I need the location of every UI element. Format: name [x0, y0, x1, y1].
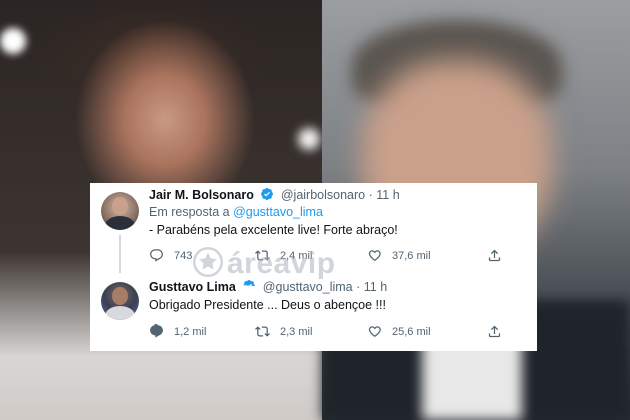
avatar-head — [112, 197, 128, 215]
tweet-header: Jair M. Bolsonaro @jairbolsonaro · 11 h — [149, 187, 400, 203]
reply-mention-link[interactable]: @gusttavo_lima — [233, 205, 323, 219]
share-button[interactable] — [487, 248, 502, 263]
like-count: 25,6 mil — [392, 325, 431, 338]
avatar[interactable] — [101, 282, 139, 320]
author-handle[interactable]: @jairbolsonaro — [281, 188, 365, 202]
stage-light — [0, 28, 26, 54]
avatar-body — [105, 306, 135, 320]
star-logo-icon — [193, 247, 223, 277]
tweet-text: Obrigado Presidente ... Deus o abençoe !… — [149, 298, 386, 312]
retweet-icon — [255, 326, 270, 337]
avatar-head — [112, 287, 128, 305]
share-icon — [488, 325, 501, 338]
verified-badge-icon — [261, 188, 274, 200]
reply-count: 1,2 mil — [174, 325, 207, 338]
author-name[interactable]: Gusttavo Lima — [149, 280, 236, 294]
reply-button[interactable]: 743 — [149, 248, 192, 263]
reply-icon — [150, 249, 163, 262]
like-button[interactable]: 37,6 mil — [367, 248, 431, 263]
reply-button[interactable]: 1,2 mil — [149, 324, 206, 339]
like-icon — [368, 250, 381, 261]
tweet-text: - Parabéns pela excelente live! Forte ab… — [149, 223, 398, 237]
watermark: áreavip — [193, 247, 336, 281]
separator-dot: · — [356, 280, 361, 294]
separator-dot: · — [368, 188, 373, 202]
verified-badge-icon — [243, 280, 256, 289]
thread-connector-line — [119, 235, 121, 273]
stage-light — [298, 128, 320, 150]
reply-icon — [150, 324, 163, 338]
tweet[interactable]: Gusttavo Lima @gusttavo_lima · 11 h Obri… — [90, 272, 537, 351]
share-button[interactable] — [487, 324, 502, 339]
tweet-header: Gusttavo Lima @gusttavo_lima · 11 h — [149, 279, 387, 295]
like-count: 37,6 mil — [392, 249, 431, 262]
retweet-count: 2,3 mil — [280, 325, 313, 338]
reply-context: Em resposta a @gusttavo_lima — [149, 205, 323, 219]
share-icon — [488, 249, 501, 262]
retweet-button[interactable]: 2,3 mil — [255, 324, 312, 339]
like-icon — [368, 326, 381, 337]
author-name[interactable]: Jair M. Bolsonaro — [149, 188, 254, 202]
reply-count: 743 — [174, 249, 193, 262]
author-handle[interactable]: @gusttavo_lima — [263, 280, 353, 294]
avatar[interactable] — [101, 192, 139, 230]
timestamp[interactable]: 11 h — [364, 280, 387, 294]
reply-prefix: Em resposta a — [149, 205, 230, 219]
avatar-body — [105, 216, 135, 230]
tweet-actions: 1,2 mil 2,3 mil 25,6 mil — [149, 324, 537, 342]
timestamp[interactable]: 11 h — [376, 188, 399, 202]
like-button[interactable]: 25,6 mil — [367, 324, 431, 339]
watermark-text: áreavip — [227, 247, 336, 280]
